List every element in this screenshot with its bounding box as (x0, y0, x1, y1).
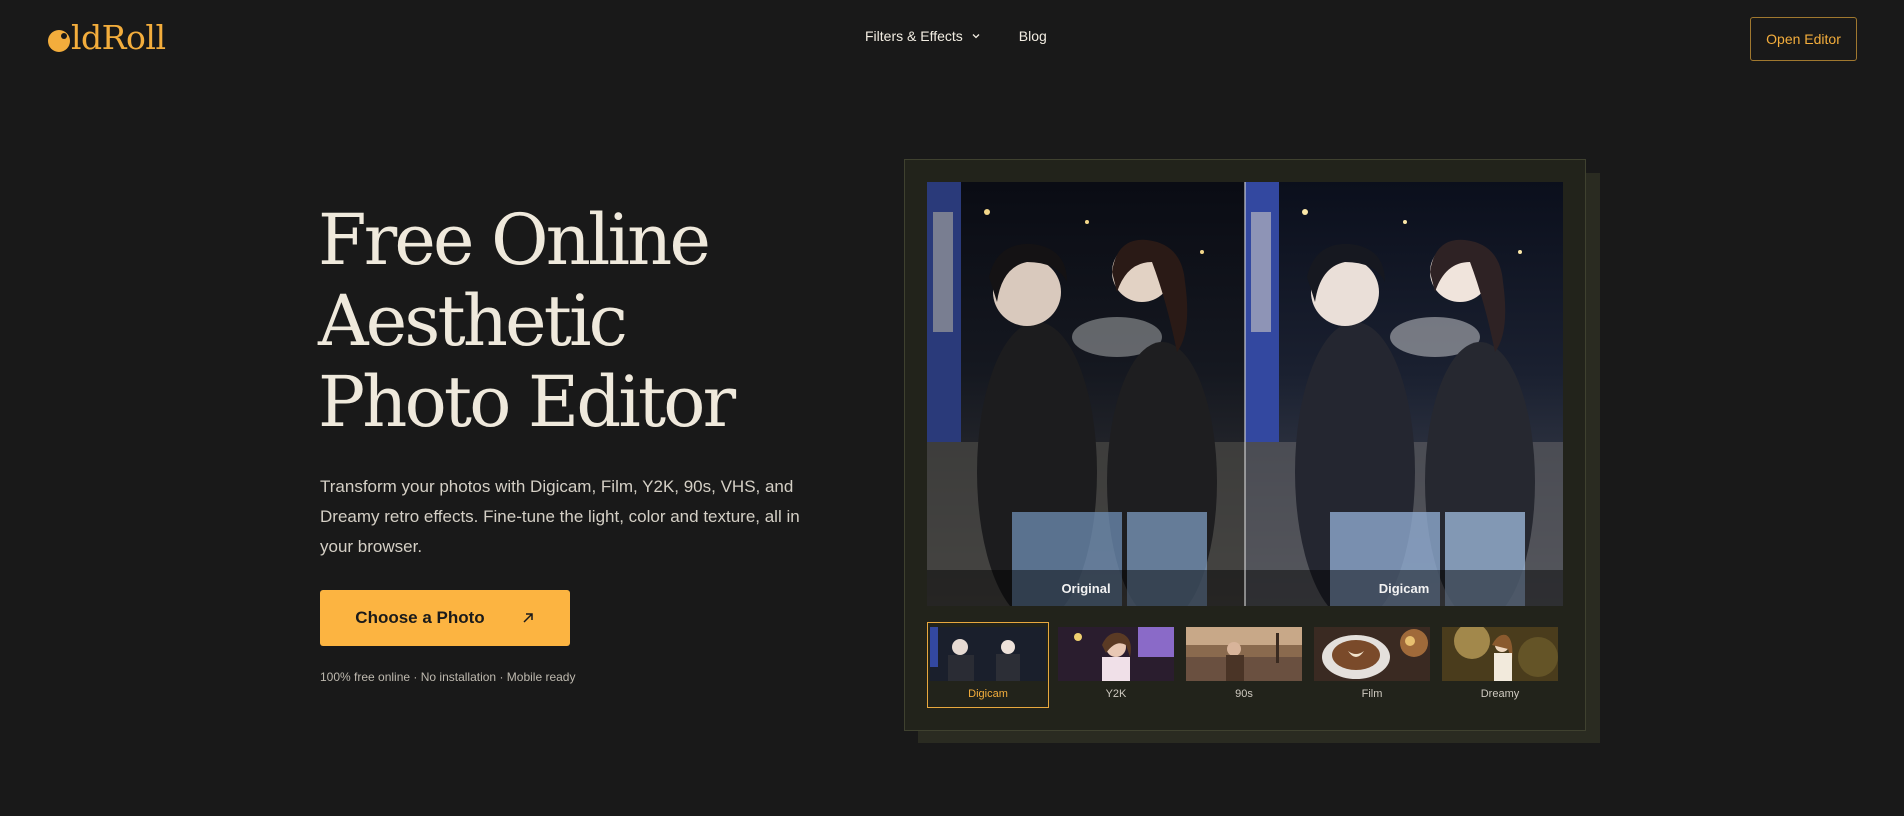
nav-filters-effects[interactable]: Filters & Effects (865, 28, 981, 44)
hero-title-line-3: Photo Editor (318, 361, 736, 443)
nav-filters-effects-label: Filters & Effects (865, 28, 963, 44)
hero-description: Transform your photos with Digicam, Film… (320, 477, 800, 556)
comparison-panel: Original Digicam Digicam Y2K 90s Film Dr… (904, 159, 1586, 731)
hero-title: Free Online Aesthetic Photo Editor (318, 200, 788, 443)
filter-thumbnails: Digicam Y2K 90s Film Dreamy (927, 622, 1563, 708)
filter-thumb-film[interactable]: Film (1311, 622, 1433, 708)
filter-thumb-film-label: Film (1361, 688, 1383, 700)
logo-mark-icon (48, 30, 70, 52)
y2k-thumb-image (1058, 627, 1174, 681)
nav-blog-label: Blog (1018, 28, 1047, 44)
filter-thumb-digicam[interactable]: Digicam (927, 622, 1049, 708)
hero-title-line-1: Free Online (318, 199, 711, 281)
choose-photo-label: Choose a Photo (355, 608, 485, 627)
filter-thumb-90s[interactable]: 90s (1183, 622, 1305, 708)
nav-blog[interactable]: Blog (1019, 28, 1047, 44)
arrow-up-right-icon (523, 613, 533, 623)
filter-thumb-y2k[interactable]: Y2K (1055, 622, 1177, 708)
digicam-photo: Digicam (1245, 182, 1563, 606)
original-photo-image (927, 182, 1245, 606)
filter-thumb-y2k-label: Y2K (1105, 688, 1127, 700)
filter-thumb-90s-label: 90s (1235, 688, 1253, 700)
hero-footnote: 100% free online · No installation · Mob… (320, 670, 576, 684)
film-thumb-image (1314, 627, 1430, 681)
before-after-comparison[interactable]: Original Digicam (927, 182, 1563, 606)
hero-title-line-2: Aesthetic (318, 280, 628, 362)
filter-thumb-dreamy[interactable]: Dreamy (1439, 622, 1561, 708)
original-label: Original (927, 570, 1245, 606)
choose-photo-button[interactable]: Choose a Photo (320, 590, 570, 646)
filter-thumb-digicam-label: Digicam (968, 688, 1008, 700)
logo[interactable]: ldRoll (48, 18, 166, 58)
logo-text: ldRoll (71, 18, 166, 57)
main-nav: Filters & Effects Blog (865, 28, 1047, 44)
open-editor-button[interactable]: Open Editor (1750, 17, 1857, 61)
comparison-slider-handle[interactable] (1244, 182, 1246, 606)
chevron-down-icon (972, 34, 980, 39)
digicam-thumb-image (930, 627, 1046, 681)
original-photo: Original (927, 182, 1245, 606)
filter-thumb-dreamy-label: Dreamy (1480, 688, 1520, 700)
90s-thumb-image (1186, 627, 1302, 681)
dreamy-thumb-image (1442, 627, 1558, 681)
digicam-photo-image (1245, 182, 1563, 606)
digicam-label: Digicam (1245, 570, 1563, 606)
